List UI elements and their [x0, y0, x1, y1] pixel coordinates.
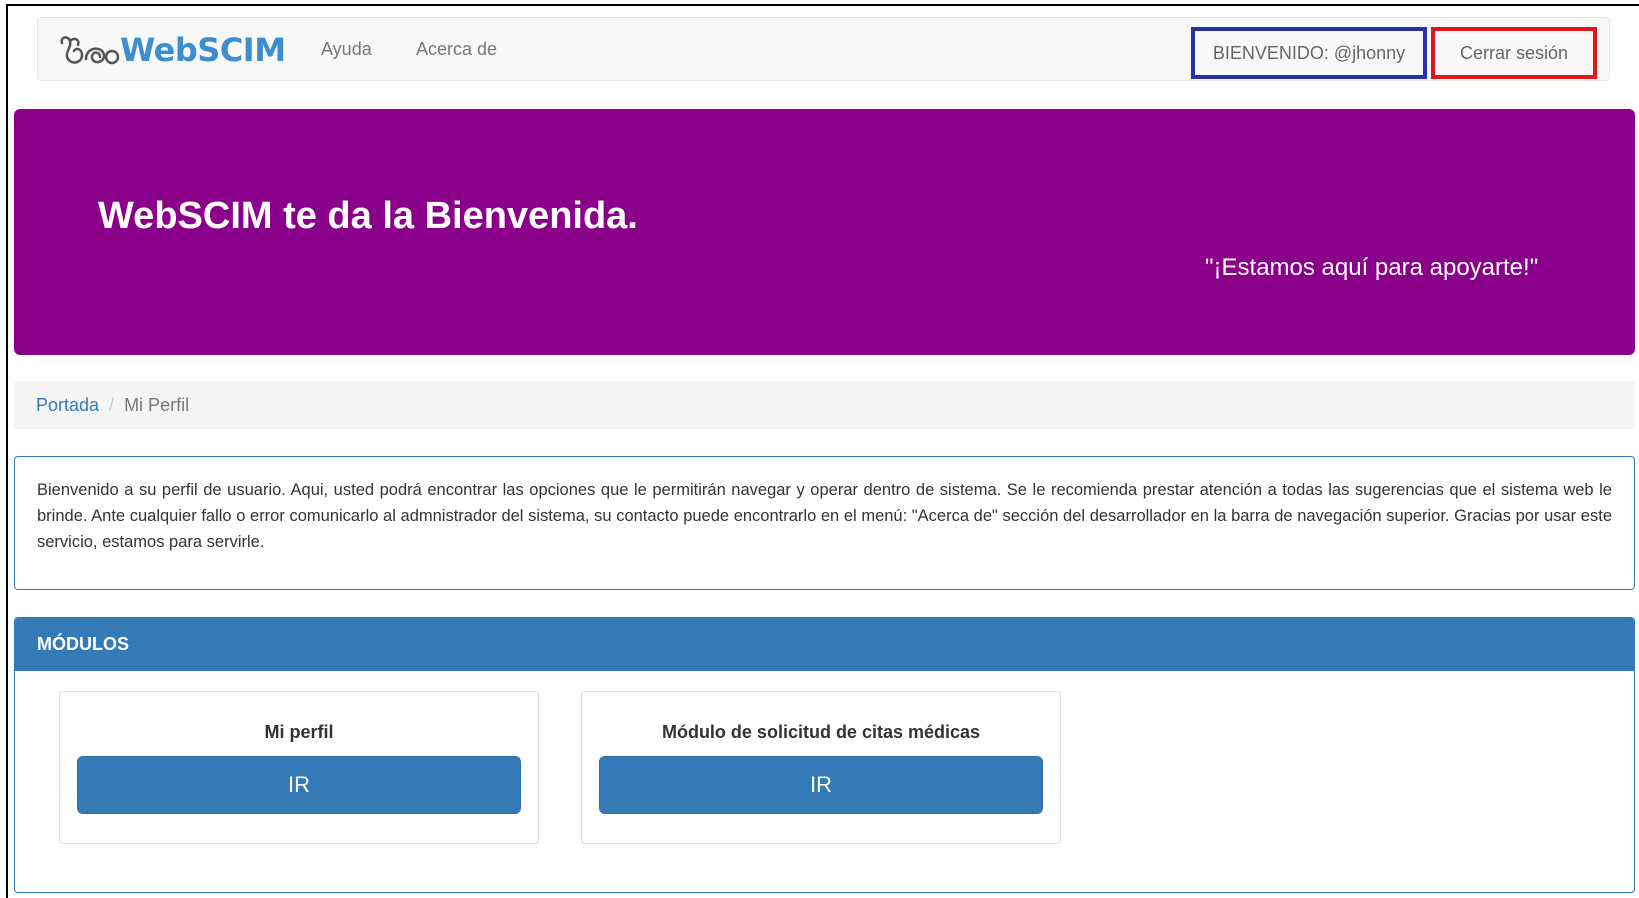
module-card-mi-perfil: Mi perfil IR	[59, 691, 539, 844]
logout-button[interactable]: Cerrar sesión	[1431, 27, 1597, 79]
welcome-user-label: BIENVENIDO: @jhonny	[1191, 27, 1427, 79]
nav-link-ayuda[interactable]: Ayuda	[321, 39, 372, 60]
profile-info-panel: Bienvenido a su perfil de usuario. Aqui,…	[14, 456, 1635, 590]
profile-info-text: Bienvenido a su perfil de usuario. Aqui,…	[37, 481, 1612, 551]
breadcrumb-home-link[interactable]: Portada	[36, 395, 99, 416]
stethoscope-logo-icon	[60, 36, 120, 65]
modules-panel: MÓDULOS Mi perfil IR Módulo de solicitud…	[14, 617, 1635, 893]
breadcrumb-current: Mi Perfil	[124, 394, 190, 415]
mi-perfil-ir-button[interactable]: IR	[77, 756, 521, 814]
welcome-banner: WebSCIM te da la Bienvenida. "¡Estamos a…	[14, 109, 1635, 355]
modules-heading: MÓDULOS	[15, 618, 1634, 671]
module-card-title: Módulo de solicitud de citas médicas	[661, 722, 981, 742]
module-card-citas-medicas: Módulo de solicitud de citas médicas IR	[581, 691, 1061, 844]
brand-name: WebSCIM	[120, 31, 286, 69]
breadcrumb-separator: /	[109, 394, 115, 415]
top-navbar: WebSCIM Ayuda Acerca de BIENVENIDO: @jho…	[37, 17, 1610, 81]
banner-subtitle: "¡Estamos aquí para apoyarte!"	[1205, 254, 1539, 281]
breadcrumb: Portada / Mi Perfil	[14, 381, 1635, 429]
nav-link-acerca-de[interactable]: Acerca de	[416, 39, 497, 60]
brand-logo[interactable]: WebSCIM	[56, 30, 286, 70]
banner-title: WebSCIM te da la Bienvenida.	[98, 195, 638, 237]
module-card-title: Mi perfil	[264, 722, 334, 742]
citas-medicas-ir-button[interactable]: IR	[599, 756, 1043, 814]
